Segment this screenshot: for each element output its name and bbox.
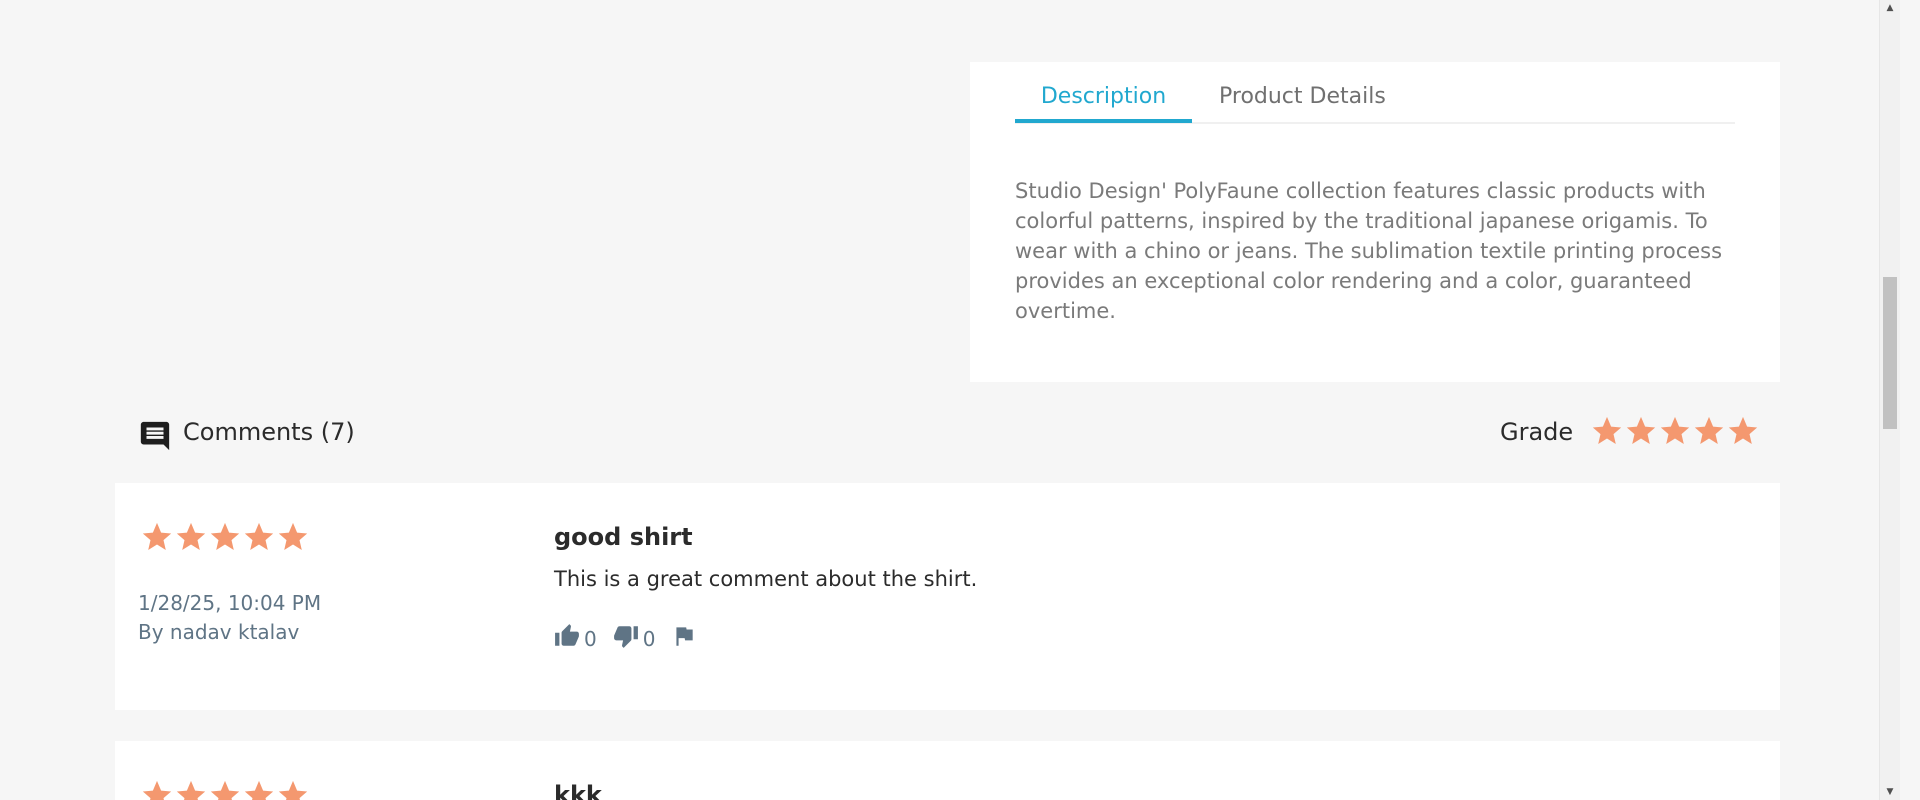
star-icon	[140, 520, 174, 554]
comment-rating	[140, 520, 310, 554]
comment-rating	[140, 778, 310, 800]
comment-card: kkk	[115, 741, 1780, 800]
star-icon	[242, 778, 276, 800]
thumbs-up-icon	[554, 623, 584, 654]
comment-icon	[138, 419, 172, 453]
flag-icon	[671, 623, 701, 654]
comments-title: Comments (7)	[183, 418, 355, 446]
comment-actions: 0 0	[554, 623, 717, 654]
tab-product-details[interactable]: Product Details	[1219, 84, 1386, 121]
comment-body: This is a great comment about the shirt.	[554, 567, 978, 591]
star-icon	[1658, 414, 1692, 448]
star-icon	[1590, 414, 1624, 448]
page-scrollbar[interactable]: ▲ ▼	[1879, 0, 1900, 800]
thumbs-down-icon	[613, 623, 643, 654]
star-icon	[1726, 414, 1760, 448]
star-icon	[1692, 414, 1726, 448]
comment-card: 1/28/25, 10:04 PM By nadav ktalav good s…	[115, 483, 1780, 710]
comment-title: kkk	[554, 781, 602, 800]
product-info-panel: Description Product Details Studio Desig…	[970, 62, 1780, 382]
report-button[interactable]	[671, 623, 701, 654]
comment-author: By nadav ktalav	[138, 620, 300, 644]
star-icon	[208, 778, 242, 800]
star-icon	[1624, 414, 1658, 448]
grade-rating[interactable]	[1590, 414, 1760, 448]
scrollbar-thumb[interactable]	[1883, 277, 1897, 429]
star-icon	[174, 520, 208, 554]
star-icon	[174, 778, 208, 800]
tab-description[interactable]: Description	[1015, 84, 1192, 123]
comment-title: good shirt	[554, 523, 693, 551]
star-icon	[208, 520, 242, 554]
page: Description Product Details Studio Desig…	[0, 0, 1900, 800]
product-tabs: Description Product Details	[1015, 84, 1735, 124]
dislike-button[interactable]: 0	[613, 623, 656, 654]
star-icon	[242, 520, 276, 554]
grade-label: Grade	[1500, 418, 1574, 446]
comment-date: 1/28/25, 10:04 PM	[138, 591, 322, 615]
star-icon	[276, 520, 310, 554]
like-count: 0	[584, 626, 597, 651]
scroll-down-arrow-icon[interactable]: ▼	[1880, 784, 1900, 800]
dislike-count: 0	[642, 626, 656, 651]
like-button[interactable]: 0	[554, 623, 597, 654]
star-icon	[276, 778, 310, 800]
product-description-text: Studio Design' PolyFaune collection feat…	[1015, 179, 1723, 323]
star-icon	[140, 778, 174, 800]
scroll-up-arrow-icon[interactable]: ▲	[1880, 0, 1900, 16]
